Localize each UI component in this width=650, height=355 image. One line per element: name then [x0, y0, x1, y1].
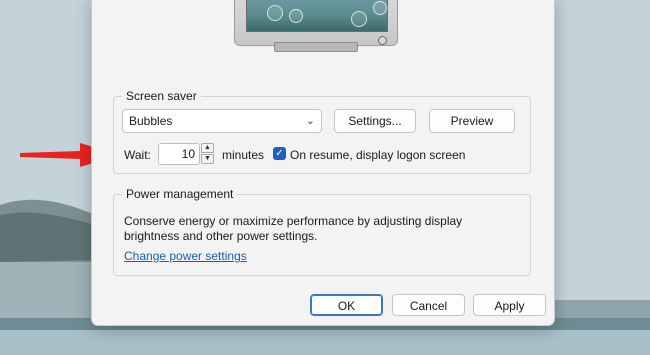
monitor-stand [274, 42, 358, 52]
resume-logon-label[interactable]: On resume, display logon screen [290, 148, 465, 162]
wait-minutes-input[interactable]: 10 [158, 143, 200, 165]
bubble [373, 1, 387, 15]
bubble [267, 5, 283, 21]
chevron-down-icon: ⌄ [305, 115, 315, 127]
screen-saver-preview-monitor [234, 0, 398, 55]
power-management-group: Power management Conserve energy or maxi… [113, 187, 531, 276]
power-button-icon [378, 36, 387, 45]
decrement-icon[interactable]: ▼ [201, 154, 214, 164]
screen-saver-select[interactable]: Bubbles ⌄ [122, 109, 322, 133]
minutes-label: minutes [222, 148, 265, 162]
increment-icon[interactable]: ▲ [201, 143, 214, 153]
checkmark-icon: ✓ [275, 148, 284, 159]
resume-logon-checkbox[interactable]: ✓ [273, 147, 286, 160]
monitor-frame [234, 0, 398, 46]
ok-button[interactable]: OK [310, 294, 383, 316]
preview-screen [246, 0, 388, 32]
bubble [289, 9, 303, 23]
cancel-button[interactable]: Cancel [392, 294, 465, 316]
power-description-line1: Conserve energy or maximize performance … [124, 214, 463, 228]
screen-saver-select-value: Bubbles [129, 114, 173, 128]
power-management-group-title: Power management [122, 187, 238, 201]
screen-saver-settings-dialog: Screen saver Bubbles ⌄ Settings... Previ… [91, 0, 555, 326]
change-power-settings-link[interactable]: Change power settings [124, 249, 247, 263]
wait-minutes-stepper: ▲ ▼ [201, 143, 214, 165]
settings-button[interactable]: Settings... [334, 109, 416, 133]
apply-button[interactable]: Apply [473, 294, 546, 316]
bubble [351, 11, 367, 27]
preview-button[interactable]: Preview [429, 109, 515, 133]
screen-saver-group-title: Screen saver [122, 89, 201, 103]
screen-saver-group: Screen saver Bubbles ⌄ Settings... Previ… [113, 89, 531, 174]
wait-label: Wait: [124, 148, 151, 162]
power-description-line2: brightness and other power settings. [124, 229, 318, 243]
